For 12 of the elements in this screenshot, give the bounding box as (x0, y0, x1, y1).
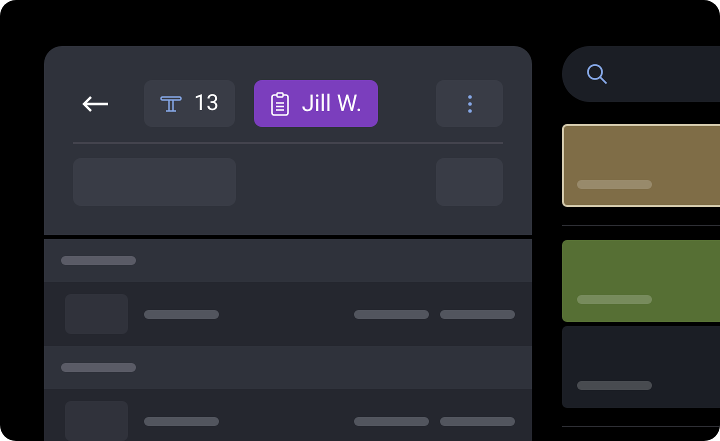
table-button[interactable]: 13 (144, 80, 235, 127)
menu-tile[interactable] (562, 124, 720, 207)
clipboard-icon (270, 92, 290, 116)
menu-tile[interactable] (562, 326, 720, 408)
back-arrow-icon (81, 94, 109, 112)
more-icon (468, 94, 472, 112)
search-field[interactable] (562, 46, 720, 102)
more-button[interactable] (436, 80, 503, 127)
search-icon (586, 63, 608, 86)
menu-tile[interactable] (562, 240, 720, 322)
table-icon (160, 96, 182, 112)
server-button[interactable]: Jill W. (254, 80, 378, 127)
